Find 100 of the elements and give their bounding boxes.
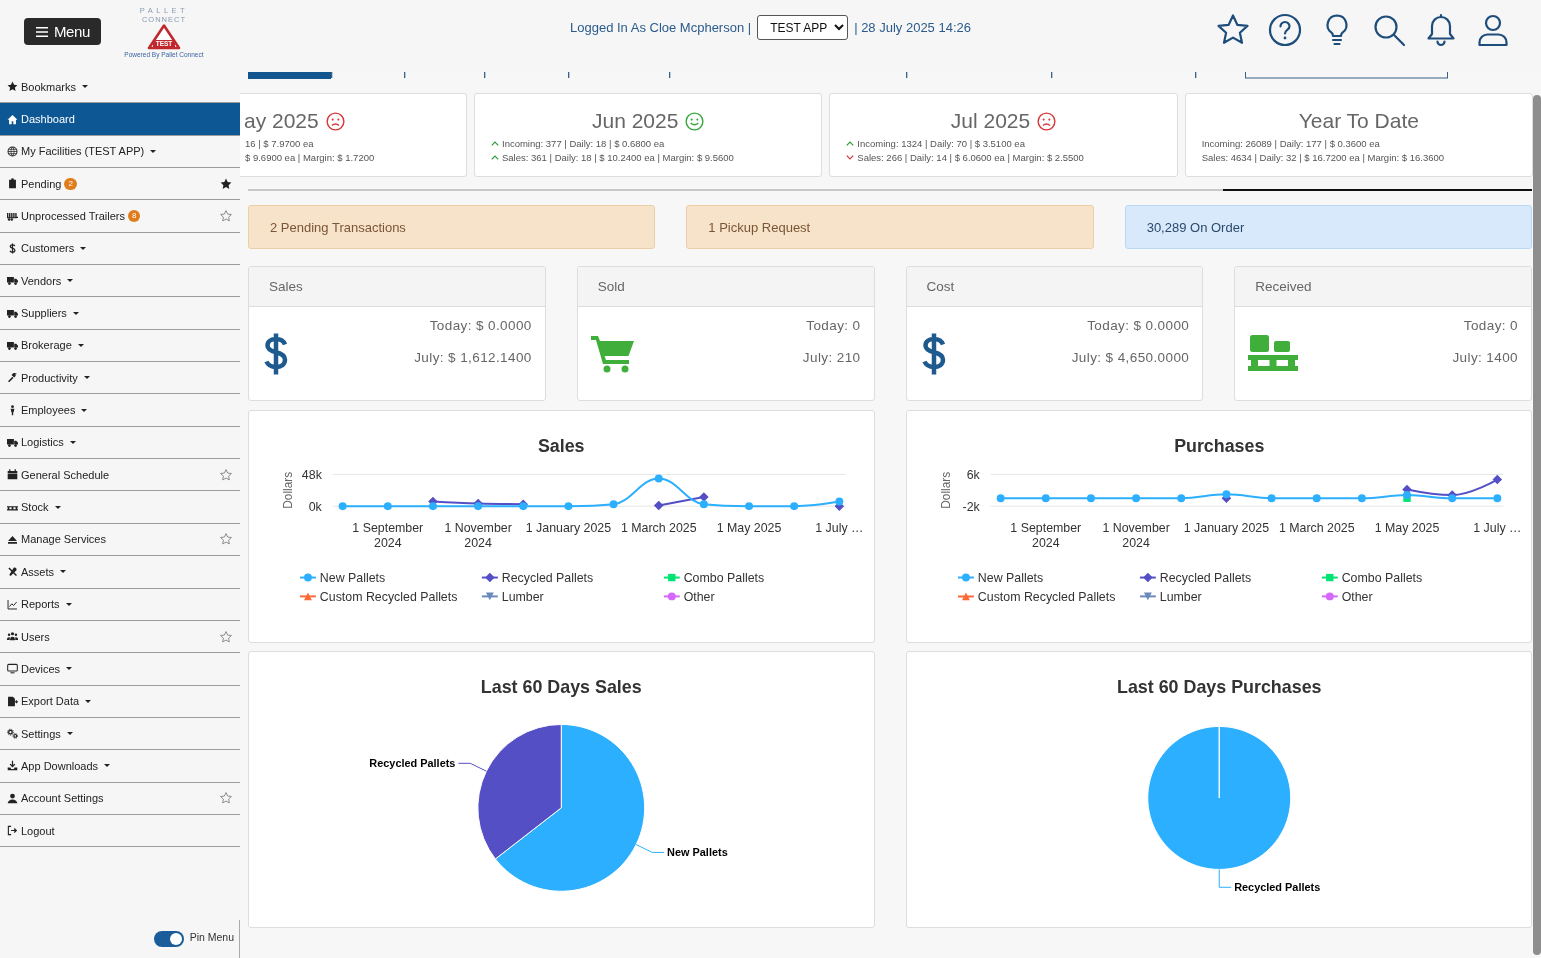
slice-label: New Pallets	[667, 846, 728, 859]
legend-item[interactable]: New Pallets	[977, 571, 1043, 585]
summary-text: Incoming: 377 | Daily: 18 | $ 0.6800 ea	[502, 137, 665, 149]
legend-item[interactable]: Recycled Pallets	[1159, 571, 1251, 585]
star-icon[interactable]	[220, 630, 232, 643]
cart-icon	[590, 333, 635, 374]
chart-title: Last 60 Days Purchases	[1116, 676, 1321, 697]
point	[654, 474, 663, 483]
summary-text: Incoming: 1324 | Daily: 70 | $ 3.5100 ea	[857, 137, 1025, 149]
sidebar-item[interactable]: Settings	[0, 717, 240, 751]
star-icon[interactable]	[1216, 13, 1250, 47]
legend-item[interactable]: Custom Recycled Pallets	[319, 589, 458, 604]
download-icon	[7, 760, 18, 772]
truck-icon	[7, 339, 18, 351]
sidebar-item[interactable]: Logout	[0, 814, 240, 848]
legend-marker-icon	[1138, 572, 1157, 583]
toggle-switch[interactable]	[153, 931, 184, 947]
sidebar-item[interactable]: Stock	[0, 491, 240, 524]
point	[835, 497, 844, 506]
sidebar-item[interactable]: Dashboard	[0, 103, 240, 136]
sidebar-item[interactable]: Unprocessed Trailers 8	[0, 200, 240, 233]
point	[1221, 490, 1230, 499]
sidebar-item[interactable]: Logistics	[0, 426, 240, 460]
legend-marker-icon	[1320, 573, 1339, 582]
clipboard-icon	[7, 178, 18, 190]
star-icon[interactable]	[220, 792, 232, 805]
chart-title: Purchases	[1173, 435, 1264, 456]
legend-marker-icon	[299, 592, 317, 601]
legend-marker-icon	[662, 592, 681, 601]
sidebar-item[interactable]: App Downloads	[0, 750, 240, 783]
horizontal-scrollbar[interactable]	[248, 189, 1532, 191]
sidebar-item[interactable]: Users	[0, 620, 240, 654]
user-icon[interactable]	[1476, 13, 1510, 47]
stat-value: Today: $ 0.0000	[429, 318, 532, 333]
sidebar-item[interactable]: Account Settings	[0, 782, 240, 815]
sidebar-item[interactable]: Productivity	[0, 362, 240, 395]
legend-marker-icon	[480, 572, 499, 583]
sidebar-item[interactable]: Assets	[0, 556, 240, 589]
alert-banner[interactable]: 1 Pickup Request	[686, 205, 1094, 249]
sidebar-item[interactable]: Devices	[0, 653, 240, 686]
bell-icon[interactable]	[1424, 13, 1458, 47]
alert-banner[interactable]: 30,289 On Order	[1124, 205, 1532, 249]
point	[1312, 494, 1321, 503]
point	[338, 502, 347, 511]
line-chart-icon	[7, 598, 18, 610]
sidebar-item[interactable]: Vendors	[0, 265, 240, 298]
legend-item[interactable]: New Pallets	[319, 571, 386, 585]
help-icon[interactable]	[1268, 13, 1302, 47]
sidebar-item[interactable]: Export Data	[0, 685, 240, 718]
menu-button[interactable]: Menu	[24, 18, 101, 45]
date-time-text: | 28 July 2025 14:26	[854, 20, 971, 35]
app-select[interactable]: TEST APP	[757, 15, 849, 40]
legend-item[interactable]: Lumber	[1159, 589, 1202, 604]
axis-tick-label: 1 November 2024	[444, 520, 512, 550]
star-icon[interactable]	[220, 533, 232, 546]
eject-icon	[7, 534, 18, 545]
chart-title: Last 60 Days Sales	[480, 676, 642, 697]
sidebar-item[interactable]: My Facilities (TEST APP)	[0, 135, 240, 169]
sidebar-item[interactable]: Manage Services	[0, 523, 240, 557]
star-icon[interactable]	[220, 177, 232, 190]
card-title: Cost	[926, 279, 955, 294]
axis-tick-label: 1 March 2025	[620, 520, 697, 535]
stat-value: July: $ 4,650.0000	[1071, 350, 1190, 365]
sidebar-item[interactable]: General Schedule	[0, 459, 240, 492]
legend-item[interactable]: Combo Pallets	[683, 571, 765, 585]
search-icon[interactable]	[1372, 13, 1406, 47]
sidebar-item[interactable]: Brokerage	[0, 329, 240, 363]
summary-text: Incoming: 26089 | Daily: 177 | $ 0.3600 ea	[1201, 137, 1380, 149]
users-icon	[7, 631, 18, 642]
card-title: Sales	[269, 279, 303, 294]
globe-icon	[7, 145, 18, 157]
axis-tick-label: 1 May 2025	[1374, 520, 1439, 535]
star-icon	[7, 81, 18, 93]
file-export-icon	[7, 695, 18, 707]
legend-marker-icon	[1138, 592, 1157, 601]
sidebar-item[interactable]: Customers	[0, 232, 240, 266]
legend-item[interactable]: Combo Pallets	[1341, 571, 1422, 585]
logged-in-text: Logged In As Cloe Mcpherson |	[570, 20, 752, 35]
sidebar-item[interactable]: Pending 2	[0, 168, 240, 201]
alert-banner[interactable]: 2 Pending Transactions	[248, 205, 656, 249]
axis-tick-label: 1 November 2024	[1101, 520, 1170, 550]
legend-item[interactable]: Custom Recycled Pallets	[977, 589, 1115, 604]
legend-item[interactable]: Other	[1341, 589, 1373, 604]
point	[474, 502, 483, 511]
star-icon[interactable]	[220, 468, 232, 481]
axis-tick-label: 48k	[301, 467, 322, 482]
sidebar-item[interactable]: Reports	[0, 588, 240, 621]
point	[790, 502, 799, 511]
hammer-icon	[7, 372, 18, 384]
stat-value: July: 1400	[1452, 350, 1518, 365]
legend-item[interactable]: Other	[683, 589, 715, 604]
legend-marker-icon	[956, 573, 975, 582]
sidebar-item[interactable]: Employees	[0, 394, 240, 427]
legend-item[interactable]: Lumber	[501, 589, 544, 604]
axis-tick-label: 0k	[308, 499, 322, 514]
star-icon[interactable]	[220, 210, 232, 223]
user-icon	[7, 792, 18, 804]
sidebar-item[interactable]: Suppliers	[0, 297, 240, 330]
card-title: Jul 2025	[950, 109, 1031, 133]
legend-item[interactable]: Recycled Pallets	[501, 571, 594, 585]
